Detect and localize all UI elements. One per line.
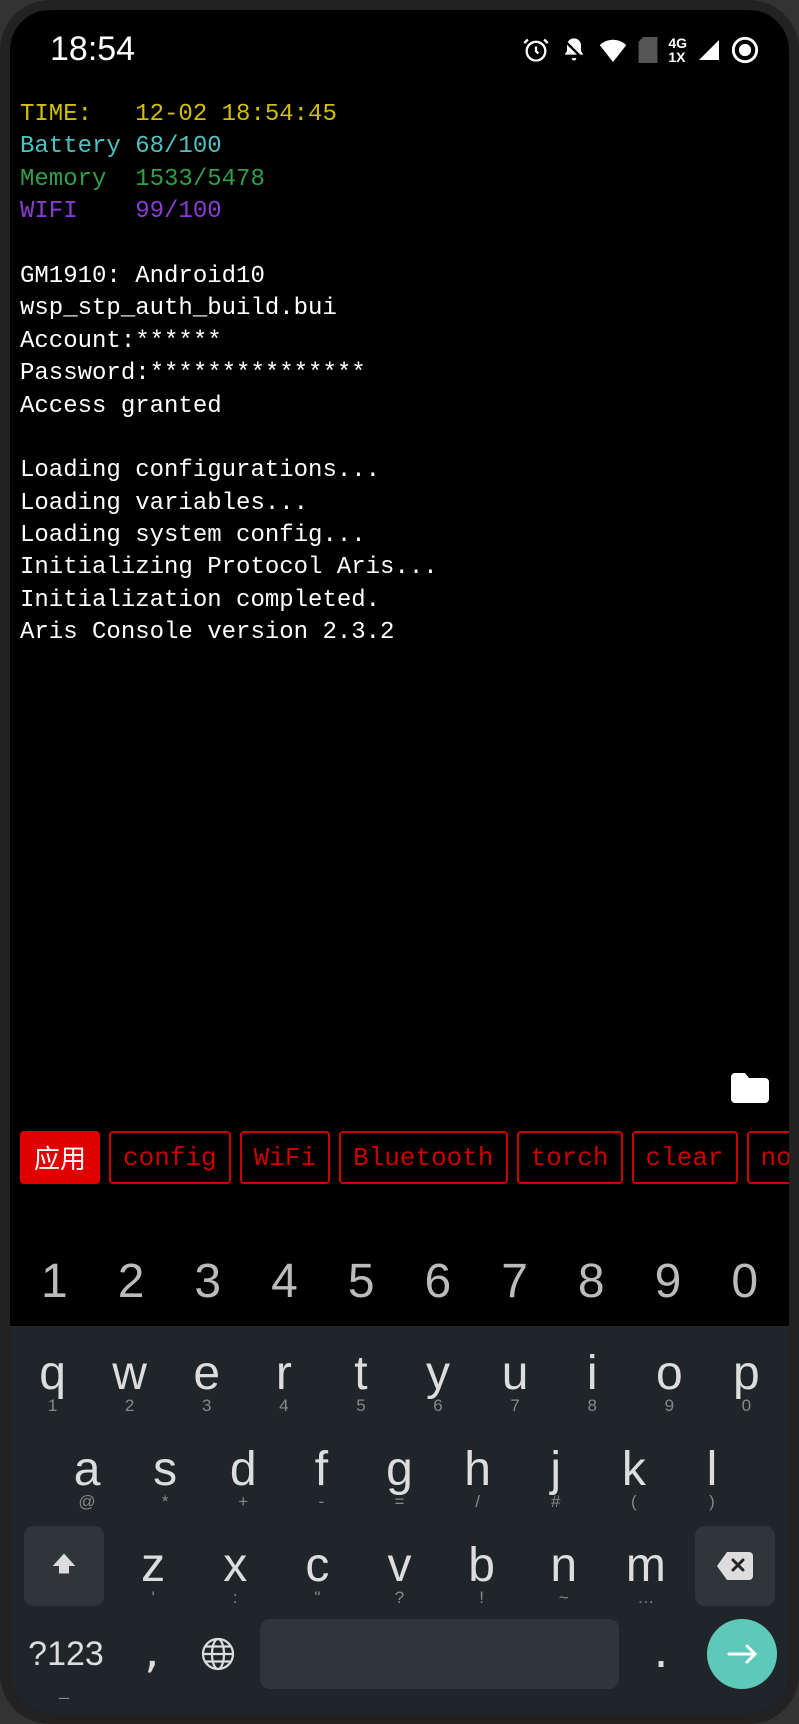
key-g[interactable]: g= (364, 1422, 434, 1518)
cmd-bluetooth-button[interactable]: Bluetooth (339, 1131, 507, 1184)
cmd-torch-button[interactable]: torch (517, 1131, 623, 1184)
key-a[interactable]: a@ (52, 1422, 122, 1518)
key-y[interactable]: y6 (399, 1326, 476, 1422)
key-v[interactable]: v? (358, 1518, 440, 1614)
key-t[interactable]: t5 (322, 1326, 399, 1422)
key-2[interactable]: 2 (93, 1246, 170, 1316)
key-0[interactable]: 0 (706, 1246, 783, 1316)
network-4g-icon: 4G 1X (668, 36, 687, 64)
key-d[interactable]: d+ (208, 1422, 278, 1518)
period-key[interactable]: . (631, 1631, 691, 1677)
term-line: Loading variables... (20, 488, 779, 520)
quick-commands-bar[interactable]: 应用 config WiFi Bluetooth torch clear not… (10, 1123, 789, 1192)
qwerty-row: q1w2e3r4t5y6u7i8o9p0 (10, 1326, 789, 1422)
cmd-note-button[interactable]: note (747, 1131, 789, 1184)
key-1[interactable]: 1 (16, 1246, 93, 1316)
language-key[interactable] (188, 1636, 248, 1672)
key-9[interactable]: 9 (630, 1246, 707, 1316)
term-line: Aris Console version 2.3.2 (20, 617, 779, 649)
key-w[interactable]: w2 (91, 1326, 168, 1422)
key-l[interactable]: l) (677, 1422, 747, 1518)
status-bar: 18:54 4G 1X (10, 10, 789, 79)
key-4[interactable]: 4 (246, 1246, 323, 1316)
term-line: Account:****** (20, 326, 779, 358)
cmd-config-button[interactable]: config (109, 1131, 231, 1184)
key-o[interactable]: o9 (631, 1326, 708, 1422)
comma-key[interactable]: , (122, 1631, 182, 1677)
folder-icon[interactable] (731, 1073, 769, 1103)
key-r[interactable]: r4 (245, 1326, 322, 1422)
mute-icon (560, 36, 588, 64)
home-row: a@s*d+f-g=h/j#k(l) (10, 1422, 789, 1518)
key-j[interactable]: j# (521, 1422, 591, 1518)
enter-key[interactable] (707, 1619, 777, 1689)
space-row: ?123 , . (10, 1614, 789, 1694)
key-q[interactable]: q1 (14, 1326, 91, 1422)
backspace-key[interactable] (695, 1526, 775, 1606)
term-line: Access granted (20, 391, 779, 423)
status-icons: 4G 1X (522, 36, 759, 64)
term-line: wsp_stp_auth_build.bui (20, 293, 779, 325)
cmd-wifi-button[interactable]: WiFi (240, 1131, 330, 1184)
key-7[interactable]: 7 (476, 1246, 553, 1316)
sim-icon (638, 37, 658, 63)
key-z[interactable]: z' (112, 1518, 194, 1614)
signal-icon (697, 38, 721, 62)
status-time: 18:54 (50, 30, 135, 69)
term-memory-row: Memory1533/5478 (20, 164, 779, 196)
keyboard: 1 2 3 4 5 6 7 8 9 0 q1w2e3r4t5y6u7i8o9p0… (10, 1232, 789, 1714)
spacebar-key[interactable] (260, 1619, 619, 1689)
wifi-icon (598, 38, 628, 62)
terminal-area: TIME:12-02 18:54:45 Battery68/100 Memory… (10, 79, 789, 1123)
key-k[interactable]: k( (599, 1422, 669, 1518)
screen: 18:54 4G 1X (10, 10, 789, 1714)
term-line: Initializing Protocol Aris... (20, 552, 779, 584)
term-battery-row: Battery68/100 (20, 131, 779, 163)
key-x[interactable]: x: (194, 1518, 276, 1614)
number-row: 1 2 3 4 5 6 7 8 9 0 (10, 1232, 789, 1326)
bottom-letter-row: — z'x:c"v?b!n~m… (10, 1518, 789, 1614)
phone-frame: 18:54 4G 1X (0, 0, 799, 1724)
term-line: GM1910: Android10 (20, 261, 779, 293)
term-wifi-row: WIFI99/100 (20, 196, 779, 228)
term-line: Loading system config... (20, 520, 779, 552)
key-b[interactable]: b! (441, 1518, 523, 1614)
symbols-key[interactable]: ?123 (16, 1635, 116, 1674)
key-8[interactable]: 8 (553, 1246, 630, 1316)
key-h[interactable]: h/ (442, 1422, 512, 1518)
target-icon (731, 36, 759, 64)
cmd-apps-button[interactable]: 应用 (20, 1131, 100, 1184)
alarm-icon (522, 36, 550, 64)
key-c[interactable]: c" (276, 1518, 358, 1614)
key-s[interactable]: s* (130, 1422, 200, 1518)
key-6[interactable]: 6 (400, 1246, 477, 1316)
key-f[interactable]: f- (286, 1422, 356, 1518)
cmd-clear-button[interactable]: clear (632, 1131, 738, 1184)
shift-key[interactable]: — (24, 1526, 104, 1606)
key-i[interactable]: i8 (554, 1326, 631, 1422)
key-5[interactable]: 5 (323, 1246, 400, 1316)
term-line: Password:*************** (20, 358, 779, 390)
key-3[interactable]: 3 (169, 1246, 246, 1316)
key-m[interactable]: m… (605, 1518, 687, 1614)
term-line: Initialization completed. (20, 585, 779, 617)
key-u[interactable]: u7 (477, 1326, 554, 1422)
key-e[interactable]: e3 (168, 1326, 245, 1422)
term-line: Loading configurations... (20, 455, 779, 487)
key-n[interactable]: n~ (523, 1518, 605, 1614)
term-time-row: TIME:12-02 18:54:45 (20, 99, 779, 131)
key-p[interactable]: p0 (708, 1326, 785, 1422)
